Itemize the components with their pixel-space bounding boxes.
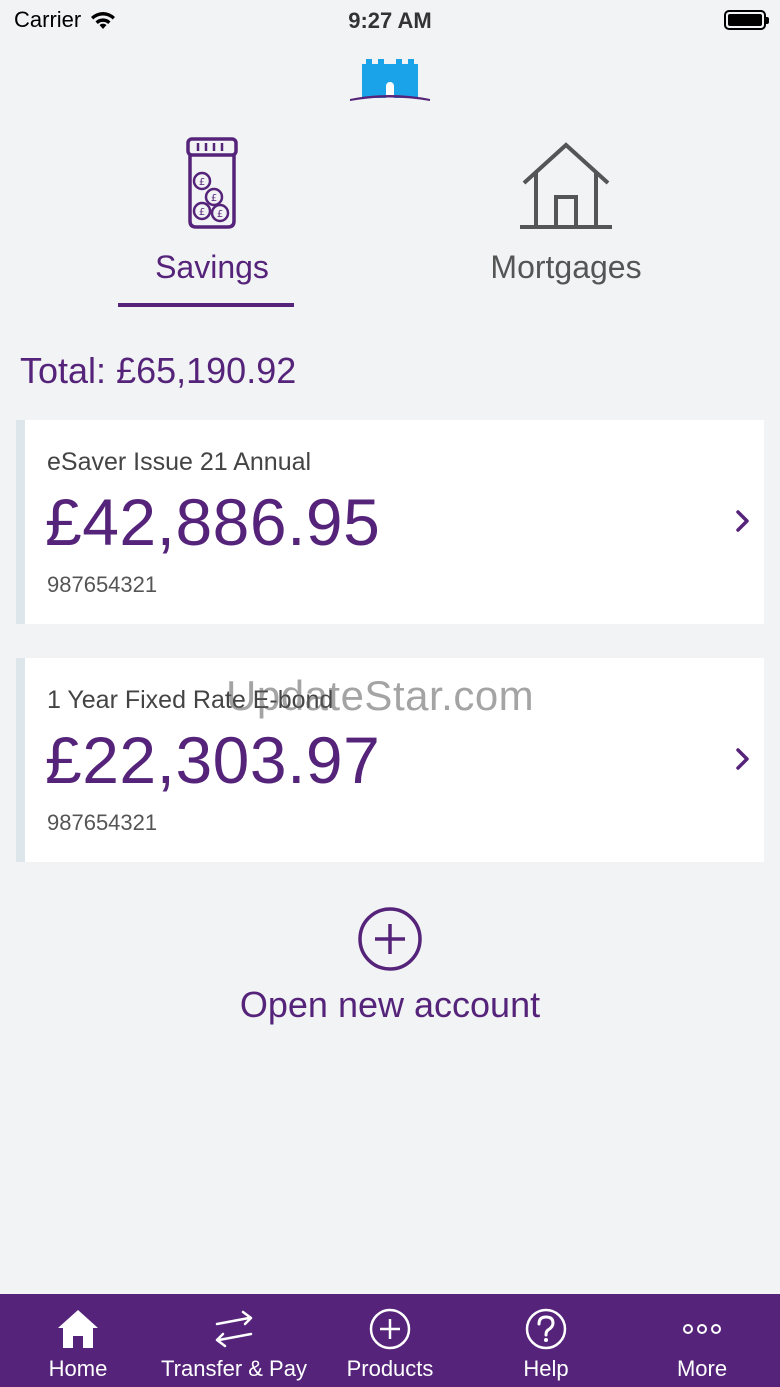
transfer-arrows-icon: [215, 1310, 253, 1348]
svg-text:£: £: [199, 177, 205, 188]
total-label: Total:: [20, 350, 107, 391]
account-name: eSaver Issue 21 Annual: [47, 448, 312, 476]
chevron-right-icon: [736, 510, 749, 532]
account-type-tabs: £ £ £ £ Savings Mortgages: [0, 135, 780, 310]
house-icon: [520, 142, 612, 229]
coin-jar-icon: £ £ £ £: [186, 137, 238, 229]
more-dots-icon: [683, 1324, 721, 1334]
tab-savings[interactable]: £ £ £ £ Savings: [72, 135, 352, 310]
castle-logo-icon: [350, 59, 430, 101]
watermark: UpdateStar.com: [226, 672, 535, 719]
nav-products[interactable]: Products: [312, 1294, 468, 1387]
account-balance: £22,303.97: [45, 723, 381, 797]
chevron-right-icon: [736, 748, 749, 770]
svg-text:£: £: [211, 193, 217, 204]
plus-circle-icon: [358, 907, 422, 971]
total-amount: £65,190.92: [116, 350, 297, 391]
account-card[interactable]: eSaver Issue 21 Annual £42,886.95 987654…: [16, 420, 764, 624]
home-icon: [58, 1310, 98, 1348]
tab-mortgages[interactable]: Mortgages: [426, 135, 706, 310]
nav-products-label: Products: [346, 1356, 434, 1381]
help-circle-icon: [525, 1308, 567, 1350]
nav-help-label: Help: [523, 1356, 569, 1381]
tab-mortgages-label: Mortgages: [490, 249, 642, 285]
open-new-account-button[interactable]: Open new account: [0, 906, 780, 1026]
nav-home[interactable]: Home: [0, 1294, 156, 1387]
plus-circle-icon: [369, 1308, 411, 1350]
svg-text:£: £: [199, 207, 205, 218]
bottom-tab-bar: Home Transfer & Pay Products Help More: [0, 1294, 780, 1387]
nav-transfer-pay-label: Transfer & Pay: [161, 1356, 307, 1381]
svg-text:£: £: [217, 209, 223, 220]
nav-more-label: More: [676, 1356, 728, 1381]
clock: 9:27 AM: [348, 8, 432, 33]
open-new-account-label: Open new account: [239, 984, 541, 1025]
nav-help[interactable]: Help: [468, 1294, 624, 1387]
account-number: 987654321: [47, 810, 158, 835]
tab-savings-label: Savings: [155, 249, 269, 285]
nav-home-label: Home: [48, 1356, 108, 1381]
selected-tab-indicator: [118, 303, 294, 307]
nav-more[interactable]: More: [624, 1294, 780, 1387]
nav-transfer-pay[interactable]: Transfer & Pay: [156, 1294, 312, 1387]
total-balance: Total: £65,190.92: [20, 350, 296, 392]
account-balance: £42,886.95: [45, 485, 381, 559]
account-number: 987654321: [47, 572, 158, 597]
